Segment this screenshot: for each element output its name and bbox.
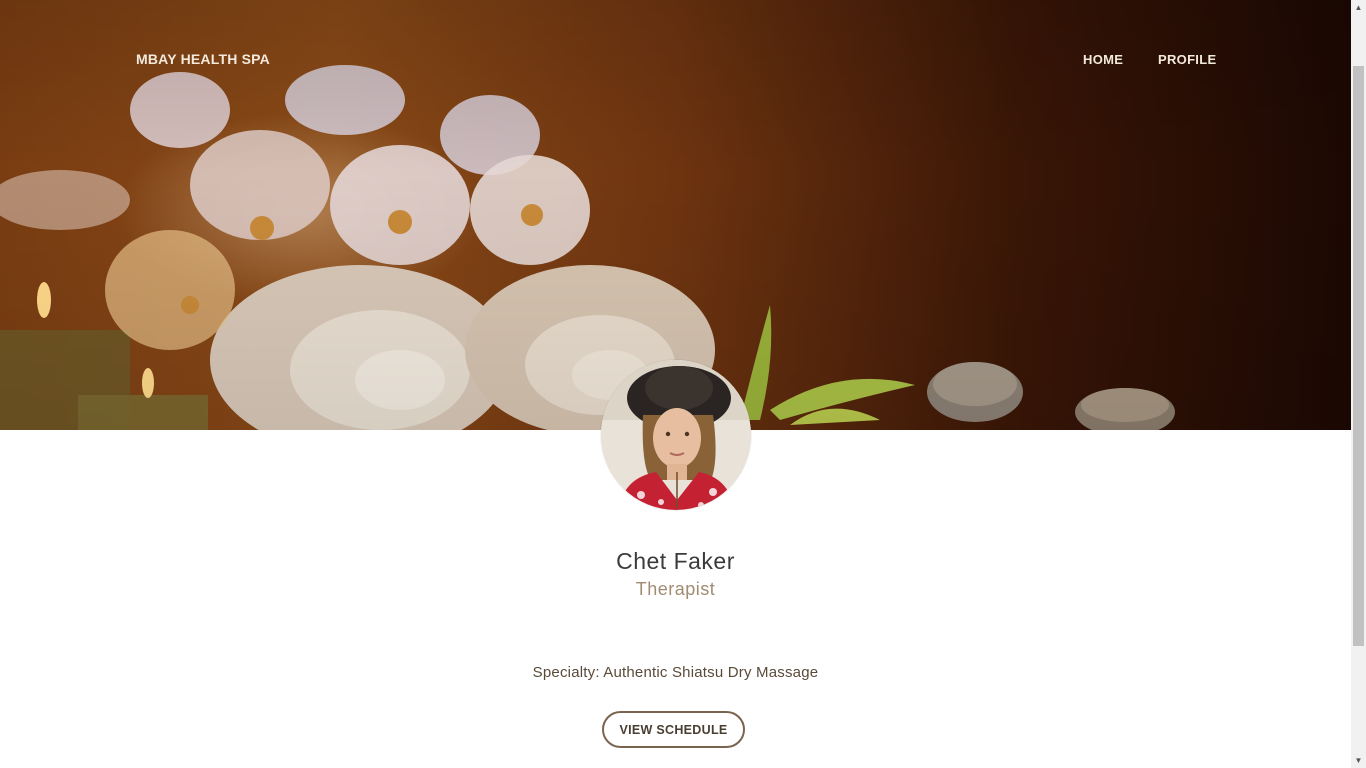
view-schedule-button[interactable]: VIEW SCHEDULE	[602, 711, 745, 748]
therapist-avatar	[601, 360, 751, 510]
page: MBAY HEALTH SPA HOME PROFILE Chet Faker …	[0, 0, 1351, 768]
therapist-photo	[601, 360, 751, 510]
therapist-role: Therapist	[635, 579, 716, 599]
top-navbar: MBAY HEALTH SPA HOME PROFILE	[0, 0, 1351, 120]
vertical-scrollbar[interactable]: ▲ ▼	[1351, 0, 1366, 768]
nav-home-link[interactable]: HOME	[1083, 52, 1123, 67]
scrollbar-thumb[interactable]	[1353, 66, 1364, 646]
brand-logo[interactable]: MBAY HEALTH SPA	[136, 51, 270, 67]
scroll-down-arrow-icon[interactable]: ▼	[1351, 753, 1366, 768]
therapist-specialty: Specialty: Authentic Shiatsu Dry Massage	[532, 664, 819, 681]
nav-profile-link[interactable]: PROFILE	[1158, 52, 1216, 67]
scroll-up-arrow-icon[interactable]: ▲	[1351, 0, 1366, 15]
therapist-name: Chet Faker	[616, 548, 735, 574]
